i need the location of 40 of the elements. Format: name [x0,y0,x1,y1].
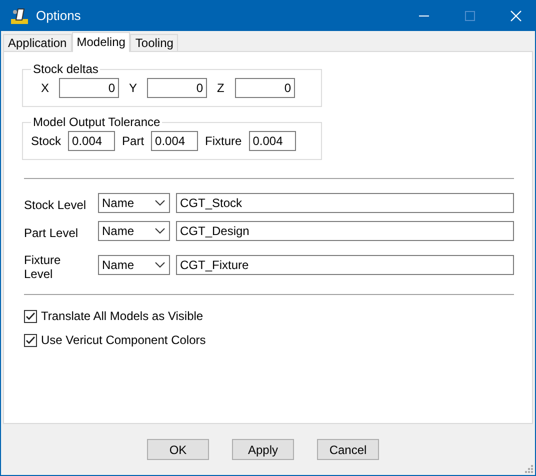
field-label: Part [122,134,144,148]
input-field[interactable]: CGT_Fixture [176,255,514,275]
tab[interactable]: Tooling [130,34,178,51]
input-field[interactable]: CGT_Stock [176,193,514,213]
dialog-button[interactable]: Apply [232,439,294,460]
field-label: Z [217,81,226,95]
close-icon[interactable] [510,10,522,22]
dialog-button[interactable]: Cancel [317,439,379,460]
resize-grip-icon [525,465,533,473]
checkbox[interactable] [24,310,37,322]
input-field[interactable]: 0.004 [248,131,296,151]
input-field[interactable]: 0.004 [68,131,116,151]
field-label: Y [129,81,138,95]
input-field[interactable]: 0 [59,78,119,98]
field-label: X [40,81,50,95]
group-title: Stock deltas [32,62,100,76]
input-field[interactable]: 0 [147,78,207,98]
field-label: Fixture Level [24,253,62,281]
checkbox-label: Translate All Models as Visible [41,309,204,323]
tab[interactable]: Modeling [72,32,130,52]
group-title: Model Output Tolerance [32,115,162,129]
dropdown[interactable]: Name [98,221,170,241]
input-field[interactable]: 0 [235,78,295,98]
chevron-icon [155,200,165,206]
dropdown[interactable]: Name [98,255,170,275]
chevron-icon [155,228,165,234]
checkbox-label: Use Vericut Component Colors [41,333,206,347]
field-label: Fixture [205,134,242,148]
chevron-icon [155,262,165,268]
dropdown[interactable]: Name [98,193,170,213]
input-field[interactable]: 0.004 [151,131,198,151]
dialog-button[interactable]: OK [147,439,209,460]
input-field[interactable]: CGT_Design [176,221,514,241]
checkbox[interactable] [24,334,37,346]
app-logo-icon [10,6,30,24]
window-title: Options [36,8,81,23]
field-label: Stock Level [24,198,88,212]
field-label: Stock [31,134,62,148]
field-label: Part Level [24,226,80,240]
tab[interactable]: Application [3,34,72,51]
